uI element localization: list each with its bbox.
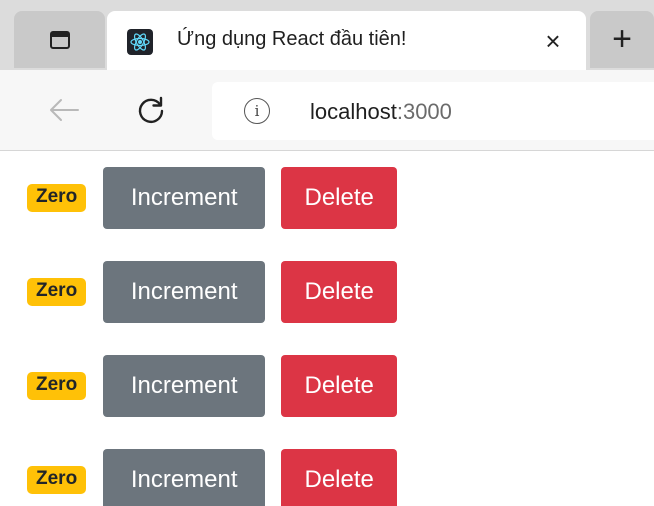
arrow-left-icon bbox=[50, 99, 79, 121]
close-icon[interactable]: × bbox=[537, 25, 569, 57]
increment-button[interactable]: Increment bbox=[103, 449, 266, 506]
info-icon[interactable]: i bbox=[244, 98, 270, 124]
new-tab-button[interactable]: + bbox=[590, 11, 654, 68]
refresh-icon bbox=[138, 96, 164, 123]
counter-row: Zero Increment Delete bbox=[27, 167, 398, 229]
tab-title: Ứng dụng React đầu tiên! bbox=[177, 28, 407, 50]
browser-toolbar: i localhost:3000 bbox=[0, 70, 654, 151]
address-bar[interactable]: i localhost:3000 bbox=[212, 82, 654, 140]
url-host: localhost bbox=[310, 99, 397, 124]
url-text[interactable]: localhost:3000 bbox=[310, 99, 452, 125]
react-logo-icon bbox=[127, 29, 153, 55]
active-tab[interactable]: Ứng dụng React đầu tiên! × bbox=[107, 11, 586, 70]
back-button[interactable] bbox=[44, 93, 84, 127]
delete-button[interactable]: Delete bbox=[281, 167, 398, 229]
delete-button[interactable]: Delete bbox=[281, 261, 398, 323]
increment-button[interactable]: Increment bbox=[103, 167, 266, 229]
count-badge: Zero bbox=[27, 372, 87, 400]
tab-actions-button[interactable] bbox=[14, 11, 105, 68]
page-content: Zero Increment Delete Zero Increment Del… bbox=[0, 151, 654, 506]
increment-button[interactable]: Increment bbox=[103, 355, 266, 417]
count-badge: Zero bbox=[27, 278, 87, 306]
counter-row: Zero Increment Delete bbox=[27, 449, 398, 506]
delete-button[interactable]: Delete bbox=[281, 449, 398, 506]
counter-row: Zero Increment Delete bbox=[27, 355, 398, 417]
counter-row: Zero Increment Delete bbox=[27, 261, 398, 323]
delete-button[interactable]: Delete bbox=[281, 355, 398, 417]
refresh-button[interactable] bbox=[133, 92, 169, 128]
plus-icon: + bbox=[612, 20, 632, 58]
tab-actions-icon bbox=[49, 30, 70, 49]
count-badge: Zero bbox=[27, 466, 87, 494]
increment-button[interactable]: Increment bbox=[103, 261, 266, 323]
browser-window: Ứng dụng React đầu tiên! × + i localhost… bbox=[0, 0, 654, 506]
url-port: :3000 bbox=[396, 99, 452, 124]
count-badge: Zero bbox=[27, 184, 87, 212]
tab-strip: Ứng dụng React đầu tiên! × + bbox=[0, 0, 654, 70]
